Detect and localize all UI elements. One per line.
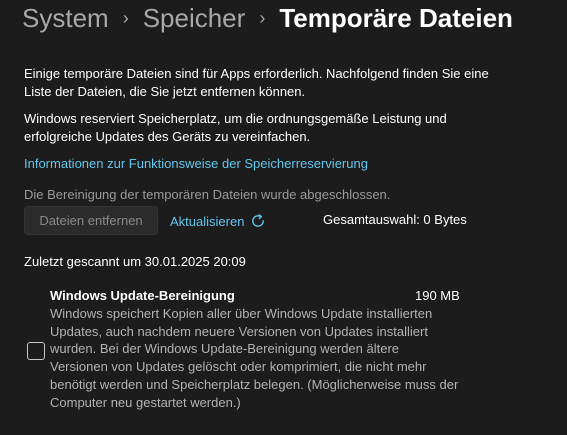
page-title: Temporäre Dateien bbox=[279, 2, 513, 33]
refresh-label: Aktualisieren bbox=[170, 213, 245, 229]
chevron-right-icon: › bbox=[259, 7, 266, 28]
cleanup-status-text: Die Bereinigung der temporären Dateien w… bbox=[24, 187, 391, 202]
item-title: Windows Update-Bereinigung bbox=[50, 288, 235, 303]
breadcrumb-item-system[interactable]: System bbox=[22, 3, 109, 34]
windows-update-cleanup-checkbox[interactable] bbox=[27, 342, 45, 360]
intro-text: Einige temporäre Dateien sind für Apps e… bbox=[24, 66, 489, 99]
chevron-right-icon: › bbox=[122, 7, 129, 28]
breadcrumb-item-storage[interactable]: Speicher bbox=[143, 3, 246, 34]
total-selection: Gesamtauswahl: 0 Bytes bbox=[323, 212, 467, 227]
item-description: Windows speichert Kopien aller über Wind… bbox=[50, 306, 459, 410]
storage-reservation-link[interactable]: Informationen zur Funktionsweise der Spe… bbox=[24, 156, 368, 171]
reservation-text: Windows reserviert Speicherplatz, um die… bbox=[24, 111, 447, 144]
refresh-button[interactable]: Aktualisieren bbox=[170, 210, 266, 232]
temporary-files-page: System › Speicher › Temporäre Dateien Ei… bbox=[0, 0, 567, 435]
last-scanned-text: Zuletzt gescannt um 30.01.2025 20:09 bbox=[24, 254, 246, 269]
breadcrumb: System › Speicher › Temporäre Dateien bbox=[22, 0, 513, 36]
refresh-icon bbox=[252, 214, 265, 227]
remove-files-button[interactable]: Dateien entfernen bbox=[24, 206, 158, 235]
item-size: 190 MB bbox=[415, 288, 460, 303]
